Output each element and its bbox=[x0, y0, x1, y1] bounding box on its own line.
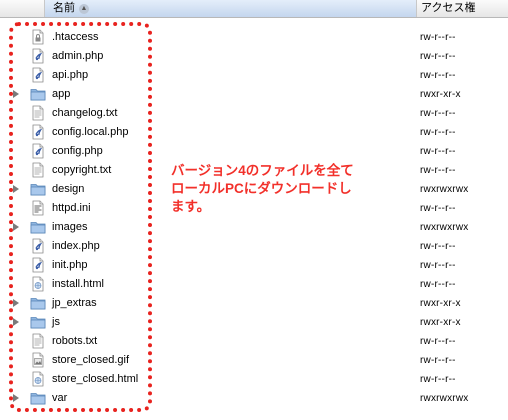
file-name: copyright.txt bbox=[52, 164, 112, 176]
ini-file-icon bbox=[30, 200, 46, 216]
file-row[interactable]: admin.php rw-r--r-- bbox=[0, 47, 508, 66]
folder-icon bbox=[30, 390, 46, 406]
file-permissions: rwxr-xr-x bbox=[420, 298, 461, 309]
file-name: design bbox=[52, 183, 85, 195]
sort-ascending-icon: ▲ bbox=[79, 4, 89, 14]
file-name: store_closed.html bbox=[52, 373, 139, 385]
file-row[interactable]: config.local.php rw-r--r-- bbox=[0, 123, 508, 142]
file-name: .htaccess bbox=[52, 31, 99, 43]
folder-icon bbox=[30, 181, 46, 197]
file-permissions: rw-r--r-- bbox=[420, 146, 456, 157]
file-row[interactable]: config.php rw-r--r-- bbox=[0, 142, 508, 161]
file-row[interactable]: changelog.txt rw-r--r-- bbox=[0, 104, 508, 123]
file-name: jp_extras bbox=[52, 297, 97, 309]
file-list-header: 名前 ▲ アクセス権 bbox=[0, 0, 508, 18]
file-permissions: rw-r--r-- bbox=[420, 374, 456, 385]
file-name: store_closed.gif bbox=[52, 354, 130, 366]
file-permissions: rw-r--r-- bbox=[420, 203, 456, 214]
file-permissions: rwxrwxrwx bbox=[420, 184, 469, 195]
file-row[interactable]: robots.txt rw-r--r-- bbox=[0, 332, 508, 351]
text-file-icon bbox=[30, 333, 46, 349]
file-list: .htaccess rw-r--r-- admin.php rw-r--r-- api.… bbox=[0, 28, 508, 408]
image-file-icon bbox=[30, 352, 46, 368]
folder-row[interactable]: var rwxrwxrwx bbox=[0, 389, 508, 408]
file-permissions: rw-r--r-- bbox=[420, 355, 456, 366]
text-file-icon bbox=[30, 162, 46, 178]
annotation-line: バージョン4のファイルを全て bbox=[171, 163, 354, 178]
file-row[interactable]: store_closed.html rw-r--r-- bbox=[0, 370, 508, 389]
folder-icon bbox=[30, 86, 46, 102]
annotation-line: ます。 bbox=[171, 199, 211, 214]
file-permissions: rw-r--r-- bbox=[420, 108, 456, 119]
file-row[interactable]: api.php rw-r--r-- bbox=[0, 66, 508, 85]
file-name: robots.txt bbox=[52, 335, 98, 347]
php-file-icon bbox=[30, 124, 46, 140]
folder-row[interactable]: js rwxr-xr-x bbox=[0, 313, 508, 332]
file-permissions: rw-r--r-- bbox=[420, 51, 456, 62]
lock-file-icon bbox=[30, 29, 46, 45]
file-permissions: rw-r--r-- bbox=[420, 336, 456, 347]
file-name: config.php bbox=[52, 145, 103, 157]
text-file-icon bbox=[30, 105, 46, 121]
permissions-column-label: アクセス権 bbox=[421, 2, 476, 14]
php-file-icon bbox=[30, 238, 46, 254]
file-permissions: rw-r--r-- bbox=[420, 70, 456, 81]
file-name: var bbox=[52, 392, 68, 404]
disclosure-triangle-icon[interactable] bbox=[13, 394, 19, 402]
php-file-icon bbox=[30, 143, 46, 159]
file-name: httpd.ini bbox=[52, 202, 91, 214]
file-permissions: rw-r--r-- bbox=[420, 260, 456, 271]
disclosure-triangle-icon[interactable] bbox=[13, 90, 19, 98]
file-row[interactable]: index.php rw-r--r-- bbox=[0, 237, 508, 256]
folder-icon bbox=[30, 295, 46, 311]
folder-row[interactable]: app rwxr-xr-x bbox=[0, 85, 508, 104]
file-row[interactable]: install.html rw-r--r-- bbox=[0, 275, 508, 294]
file-permissions: rw-r--r-- bbox=[420, 241, 456, 252]
file-permissions: rwxrwxrwx bbox=[420, 222, 469, 233]
html-file-icon bbox=[30, 276, 46, 292]
file-permissions: rw-r--r-- bbox=[420, 165, 456, 176]
file-permissions: rw-r--r-- bbox=[420, 32, 456, 43]
disclosure-triangle-icon[interactable] bbox=[13, 318, 19, 326]
file-name: images bbox=[52, 221, 88, 233]
file-permissions: rwxrwxrwx bbox=[420, 393, 469, 404]
php-file-icon bbox=[30, 257, 46, 273]
html-file-icon bbox=[30, 371, 46, 387]
disclosure-triangle-icon[interactable] bbox=[13, 299, 19, 307]
file-name: admin.php bbox=[52, 50, 104, 62]
file-permissions: rwxr-xr-x bbox=[420, 317, 461, 328]
php-file-icon bbox=[30, 67, 46, 83]
file-row[interactable]: .htaccess rw-r--r-- bbox=[0, 28, 508, 47]
file-name: api.php bbox=[52, 69, 89, 81]
annotation-line: ローカルPCにダウンロードし bbox=[171, 181, 352, 196]
file-name: app bbox=[52, 88, 71, 100]
file-name: js bbox=[52, 316, 60, 328]
name-column-label: 名前 bbox=[53, 2, 75, 14]
name-column-header[interactable]: 名前 ▲ bbox=[44, 0, 416, 17]
folder-icon bbox=[30, 219, 46, 235]
file-row[interactable]: init.php rw-r--r-- bbox=[0, 256, 508, 275]
permissions-column-header[interactable]: アクセス権 bbox=[416, 0, 508, 17]
annotation-text: バージョン4のファイルを全て ローカルPCにダウンロードし ます。 bbox=[171, 162, 401, 216]
file-permissions: rwxr-xr-x bbox=[420, 89, 461, 100]
file-name: install.html bbox=[52, 278, 104, 290]
folder-row[interactable]: jp_extras rwxr-xr-x bbox=[0, 294, 508, 313]
file-name: init.php bbox=[52, 259, 88, 271]
file-name: config.local.php bbox=[52, 126, 129, 138]
file-permissions: rw-r--r-- bbox=[420, 279, 456, 290]
file-name: changelog.txt bbox=[52, 107, 118, 119]
php-file-icon bbox=[30, 48, 46, 64]
file-name: index.php bbox=[52, 240, 100, 252]
file-permissions: rw-r--r-- bbox=[420, 127, 456, 138]
folder-row[interactable]: images rwxrwxrwx bbox=[0, 218, 508, 237]
disclosure-triangle-icon[interactable] bbox=[13, 223, 19, 231]
file-row[interactable]: store_closed.gif rw-r--r-- bbox=[0, 351, 508, 370]
disclosure-triangle-icon[interactable] bbox=[13, 185, 19, 193]
folder-icon bbox=[30, 314, 46, 330]
